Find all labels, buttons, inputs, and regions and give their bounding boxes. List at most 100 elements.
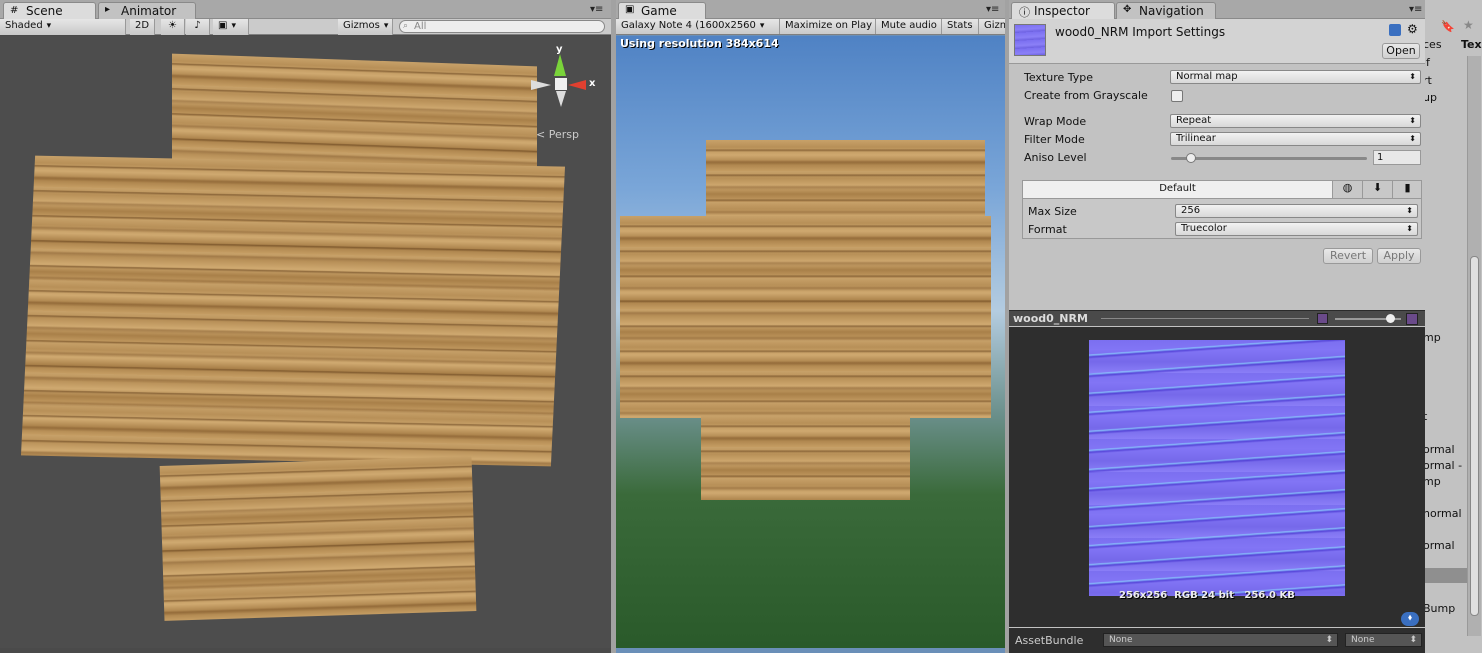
wrap-mode-dropdown[interactable]: Repeat ⬍: [1170, 114, 1421, 128]
scene-menu-icon[interactable]: ▾≡: [590, 4, 603, 15]
partial-text: Tex: [1461, 38, 1482, 51]
wood-quad-middle: [20, 155, 566, 467]
assetbundle-value: None: [1109, 635, 1133, 645]
tab-android-platform-icon[interactable]: ▮: [1392, 181, 1422, 199]
game-panel: ▣ Game ▾≡ Galaxy Note 4 (1600x2560 Maxim…: [616, 0, 1005, 653]
scene-toolbar: Shaded 2D ☀ ♪ ▣ Gizmos ⌕ All: [0, 19, 611, 35]
asset-label-icon[interactable]: ⬧: [1401, 612, 1419, 626]
persp-label[interactable]: < Persp: [536, 128, 579, 141]
texture-thumbnail-icon: [1014, 24, 1046, 56]
mute-label: Mute audio: [881, 20, 937, 31]
scene-viewport[interactable]: y x < Persp: [0, 36, 611, 648]
filter-mode-dropdown[interactable]: Trilinear ⬍: [1170, 132, 1421, 146]
selected-row[interactable]: [1421, 568, 1467, 583]
gizmos-dropdown[interactable]: Gizmos: [338, 19, 393, 35]
partial-text: normal: [1423, 507, 1462, 520]
aniso-slider-track[interactable]: [1171, 153, 1367, 163]
game-view[interactable]: Using resolution 384x614: [616, 36, 1005, 648]
format-dropdown[interactable]: Truecolor ⬍: [1175, 222, 1418, 236]
maximize-label: Maximize on Play: [785, 20, 873, 31]
tab-game[interactable]: ▣ Game: [618, 2, 706, 19]
max-size-dropdown[interactable]: 256 ⬍: [1175, 204, 1418, 218]
scene-panel: # Scene ▸ Animator ▾≡ Shaded 2D ☀ ♪ ▣ Gi…: [0, 0, 611, 653]
maximize-on-play-toggle[interactable]: Maximize on Play: [780, 19, 876, 34]
tab-web-platform-icon[interactable]: ◍: [1332, 181, 1362, 199]
stats-toggle[interactable]: Stats: [942, 19, 979, 34]
axis-negx-cone-icon[interactable]: [531, 80, 551, 90]
max-size-label: Max Size: [1028, 205, 1077, 218]
aniso-level-input[interactable]: 1: [1373, 150, 1421, 165]
tab-default-platform[interactable]: Default: [1023, 181, 1332, 199]
normal-map-preview: [1089, 340, 1345, 596]
partial-text: mp: [1423, 475, 1441, 488]
assetbundle-name-dropdown[interactable]: None ⬍: [1103, 633, 1338, 647]
inspector-header: wood0_NRM Import Settings ⚙ Open: [1009, 19, 1425, 64]
apply-button[interactable]: Apply: [1377, 248, 1421, 264]
game-tab-icon: ▣: [625, 4, 635, 15]
tab-animator[interactable]: ▸ Animator: [98, 2, 196, 19]
lock-icon[interactable]: 🔖: [1441, 20, 1455, 33]
inspector-menu-icon[interactable]: ▾≡: [1409, 4, 1422, 15]
open-button[interactable]: Open: [1382, 43, 1420, 59]
help-book-icon[interactable]: [1389, 24, 1401, 36]
default-platform-label: Default: [1159, 183, 1196, 194]
tab-navigation-label: Navigation: [1139, 4, 1204, 18]
axis-center-cube-icon[interactable]: [555, 78, 567, 90]
mip-slider-track[interactable]: [1335, 314, 1401, 323]
scrollbar[interactable]: [1467, 56, 1481, 636]
texture-info-text: 256x256 RGB 24 bit 256.0 KB: [1119, 590, 1295, 601]
assetbundle-label: AssetBundle: [1015, 634, 1084, 647]
scene-search-input[interactable]: ⌕ All: [399, 20, 605, 33]
audio-toggle-icon[interactable]: ♪: [186, 19, 210, 35]
2d-toggle[interactable]: 2D: [130, 19, 155, 35]
scrollbar-thumb[interactable]: [1470, 256, 1479, 616]
partial-text: ormal: [1423, 443, 1455, 456]
format-label: Format: [1028, 223, 1067, 236]
revert-button[interactable]: Revert: [1323, 248, 1373, 264]
game-menu-icon[interactable]: ▾≡: [986, 4, 999, 15]
orientation-gizmo[interactable]: y x: [528, 44, 598, 114]
assetbundle-variant-dropdown[interactable]: None ⬍: [1345, 633, 1422, 647]
platform-settings-box: Default ◍ ⬇ ▮ Max Size 256 ⬍ Format Truec…: [1022, 180, 1422, 239]
alpha-toggle-icon[interactable]: [1317, 313, 1328, 324]
scene-tab-icon: #: [10, 5, 19, 16]
wood-quad-bottom: [159, 456, 477, 621]
texture-type-dropdown[interactable]: Normal map ⬍: [1170, 70, 1421, 84]
tab-inspector-label: Inspector: [1034, 4, 1090, 18]
partial-text: up: [1423, 91, 1437, 104]
tab-navigation[interactable]: ✥ Navigation: [1116, 2, 1216, 19]
game-gizmos-dropdown[interactable]: Gizm: [979, 19, 1005, 34]
star-icon[interactable]: ★: [1463, 18, 1474, 32]
axis-y-cone-icon[interactable]: [554, 54, 566, 76]
aniso-slider-thumb[interactable]: [1185, 153, 1196, 163]
format-value: Truecolor: [1181, 223, 1227, 234]
animator-tab-icon: ▸: [105, 4, 111, 15]
mute-audio-toggle[interactable]: Mute audio: [876, 19, 942, 34]
game-wood-bottom: [701, 416, 910, 500]
grayscale-checkbox[interactable]: [1171, 90, 1183, 102]
aniso-level-value: 1: [1377, 152, 1384, 163]
game-gizmos-label: Gizm: [984, 20, 1005, 31]
preview-title: wood0_NRM: [1013, 312, 1088, 325]
settings-gear-icon[interactable]: ⚙: [1407, 22, 1418, 36]
shading-dropdown[interactable]: Shaded: [0, 19, 126, 35]
navigation-tab-icon: ✥: [1123, 4, 1132, 15]
tab-standalone-platform-icon[interactable]: ⬇: [1362, 181, 1392, 199]
effects-dropdown-icon[interactable]: ▣: [213, 19, 249, 35]
axis-negy-cone-icon[interactable]: [556, 91, 566, 107]
shading-label: Shaded: [5, 20, 43, 31]
create-from-grayscale-label: Create from Grayscale: [1024, 89, 1148, 102]
tab-scene[interactable]: # Scene: [3, 2, 96, 19]
axis-x-cone-icon[interactable]: [568, 80, 586, 90]
revert-label: Revert: [1329, 249, 1367, 262]
partial-text: mp: [1423, 331, 1441, 344]
tab-game-label: Game: [641, 4, 677, 18]
resolution-dropdown[interactable]: Galaxy Note 4 (1600x2560: [616, 19, 780, 34]
tab-inspector[interactable]: ⓘ Inspector: [1011, 2, 1115, 19]
background-panel: 🔖 ★ ces Tex lf rt up mp t ormal ormal - …: [1420, 0, 1482, 653]
lighting-toggle-icon[interactable]: ☀: [161, 19, 185, 35]
mip-large-icon: [1406, 313, 1418, 325]
mip-slider-thumb[interactable]: [1386, 314, 1396, 323]
resolution-label: Galaxy Note 4 (1600x2560: [621, 20, 756, 31]
resolution-overlay-text: Using resolution 384x614: [620, 37, 779, 50]
